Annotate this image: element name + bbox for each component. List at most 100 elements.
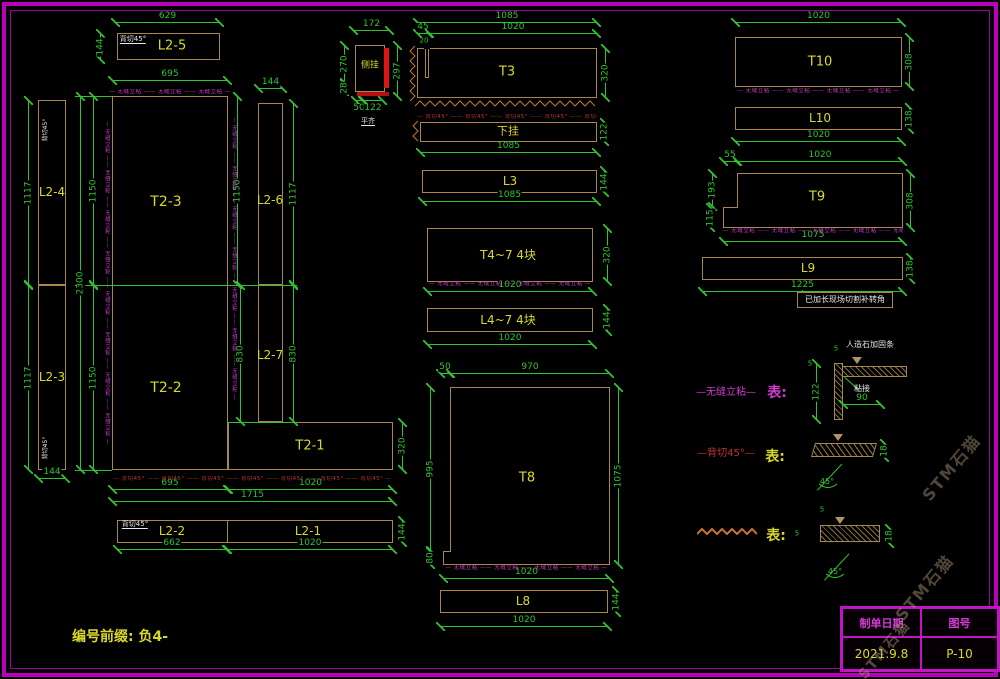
dim-value: 297 — [394, 61, 403, 80]
dim-tick-icon — [398, 465, 407, 474]
panel-T9-flange — [723, 207, 737, 228]
legend-break-means: 表: — [766, 529, 786, 543]
dimension-1150: 1150 — [237, 96, 238, 285]
dimension-308: 308 — [910, 173, 911, 228]
dim-tick-icon — [592, 148, 601, 157]
dimension-1020: 1020 — [443, 578, 610, 579]
dimension-18: 18 — [889, 528, 890, 544]
dimension-1117: 1117 — [28, 285, 29, 470]
cad-cutting-sheet: 制单日期 图号 2021.9.8 P-10 L2-5背切45°L2-4背切45°… — [0, 0, 1000, 679]
dimension-1715: 1715 — [112, 501, 393, 502]
dim-tick-icon — [906, 169, 915, 178]
piece-label-L2-3: L2-3 — [39, 371, 65, 383]
dimension-144: 144 — [604, 170, 605, 193]
dim-tick-icon — [416, 148, 425, 157]
dimension-830: 830 — [293, 285, 294, 422]
dimension-320: 320 — [607, 228, 608, 282]
piece-label-T9: T9 — [809, 191, 825, 204]
dim-tick-icon — [223, 545, 232, 554]
dimension-695: 695 — [112, 489, 228, 490]
piece-label-T4-7: T4~7 4块 — [480, 249, 536, 261]
legend-dim-5: 5 — [834, 346, 838, 353]
dim-value: 1150 — [90, 365, 99, 390]
dim-tick-icon — [601, 44, 610, 53]
dimension-1085: 1085 — [422, 201, 597, 202]
dim-tick-icon — [108, 76, 117, 85]
seam-edge-line: — 无缝立粘 —— 无缝立粘 —— 无缝立粘 —— 无缝立粘 —— 无缝立粘 —… — [230, 96, 237, 422]
legend-note-bond: 粘接 — [854, 385, 870, 393]
dim-value: 144 — [613, 592, 622, 611]
piece-label-side-hang: 侧挂 — [361, 62, 379, 71]
dim-value: 1020 — [298, 539, 323, 548]
dim-tick-icon — [592, 18, 601, 27]
dim-tick-icon — [385, 26, 394, 35]
dimension-144: 144 — [38, 478, 66, 479]
dimension-297: 297 — [397, 45, 398, 97]
dim-value: 1075 — [615, 464, 624, 489]
dimension-695: 695 — [112, 80, 228, 81]
dim-tick-icon — [340, 41, 349, 50]
dim-value: 144 — [601, 172, 610, 191]
dimension-1075: 1075 — [618, 387, 619, 565]
dim-value: 18 — [886, 529, 895, 542]
dimension-144: 144 — [100, 33, 101, 60]
dim-value: 28 — [341, 81, 350, 94]
dim-tick-icon — [76, 92, 85, 101]
title-block-drawing-no-value: P-10 — [921, 637, 998, 670]
dim-tick-icon — [24, 465, 33, 474]
dim-tick-icon — [588, 340, 597, 349]
piece-label-L2-6: L2-6 — [257, 194, 283, 206]
dim-tick-icon — [731, 137, 740, 146]
dimension-320: 320 — [605, 48, 606, 98]
dim-tick-icon — [89, 465, 98, 474]
dim-value: 320 — [604, 245, 613, 264]
dim-tick-icon — [388, 497, 397, 506]
dim-value: 1117 — [25, 365, 34, 390]
dim-tick-icon — [236, 281, 245, 290]
dim-tick-icon — [733, 157, 742, 166]
dim-tick-icon — [215, 18, 224, 27]
dim-tick-icon — [603, 622, 612, 631]
dim-tick-icon — [812, 359, 821, 368]
dim-tick-icon — [614, 560, 623, 569]
dim-value: 172 — [362, 20, 381, 29]
legend-dim-5: 5 — [820, 507, 824, 514]
dim-value: 138 — [907, 259, 916, 278]
seam-edge-line: — 无缝立粘 —— 无缝立粘 —— 无缝立粘 —— 无缝立粘 — — [443, 565, 610, 572]
dim-tick-icon — [905, 82, 914, 91]
dim-tick-icon — [905, 33, 914, 42]
bar-L2-divider — [227, 520, 228, 543]
legend-break-strip — [820, 525, 880, 542]
legend-seam-means: 表: — [767, 386, 787, 400]
panel-T8-flange — [443, 551, 450, 565]
piece-label-bottom-hang: 下挂 — [497, 126, 519, 137]
dim-value: 115 — [707, 208, 716, 227]
dim-value: 122 — [363, 104, 382, 113]
legend-backcut-symbol: —背切45°— — [697, 449, 755, 459]
dim-tick-icon — [446, 369, 455, 378]
dim-value: 995 — [427, 459, 436, 478]
joint-marker-triangle-icon — [835, 517, 845, 524]
dimension-1020: 1020 — [737, 161, 903, 162]
dim-tick-icon — [812, 415, 821, 424]
dim-value: 1020 — [806, 12, 831, 21]
legend-seam-symbol: —无缝立粘— — [696, 388, 756, 398]
dim-value: 144 — [97, 37, 106, 56]
dim-value: 695 — [160, 70, 179, 79]
dim-value: 80 — [427, 551, 436, 564]
dim-tick-icon — [423, 340, 432, 349]
piece-label-L9: L9 — [801, 262, 815, 274]
legend-dim-5: 5 — [795, 531, 799, 538]
dim-tick-icon — [89, 281, 98, 290]
dim-value: 138 — [906, 109, 915, 128]
piece-label-L10: L10 — [809, 112, 831, 124]
dim-tick-icon — [898, 157, 907, 166]
dimension-144: 144 — [607, 308, 608, 332]
dim-tick-icon — [393, 92, 402, 101]
panel-T8-open — [450, 552, 451, 564]
seam-edge-line: — 无缝立粘 —— 无缝立粘 —— 无缝立粘 —— 无缝立粘 — — [427, 281, 593, 288]
seam-edge-line: — 无缝立粘 —— 无缝立粘 —— 无缝立粘 —— 无缝立粘 —— 无缝立粘 —… — [103, 96, 110, 470]
dim-value: 144 — [399, 522, 408, 541]
dim-value: 830 — [290, 344, 299, 363]
dim-tick-icon — [426, 383, 435, 392]
